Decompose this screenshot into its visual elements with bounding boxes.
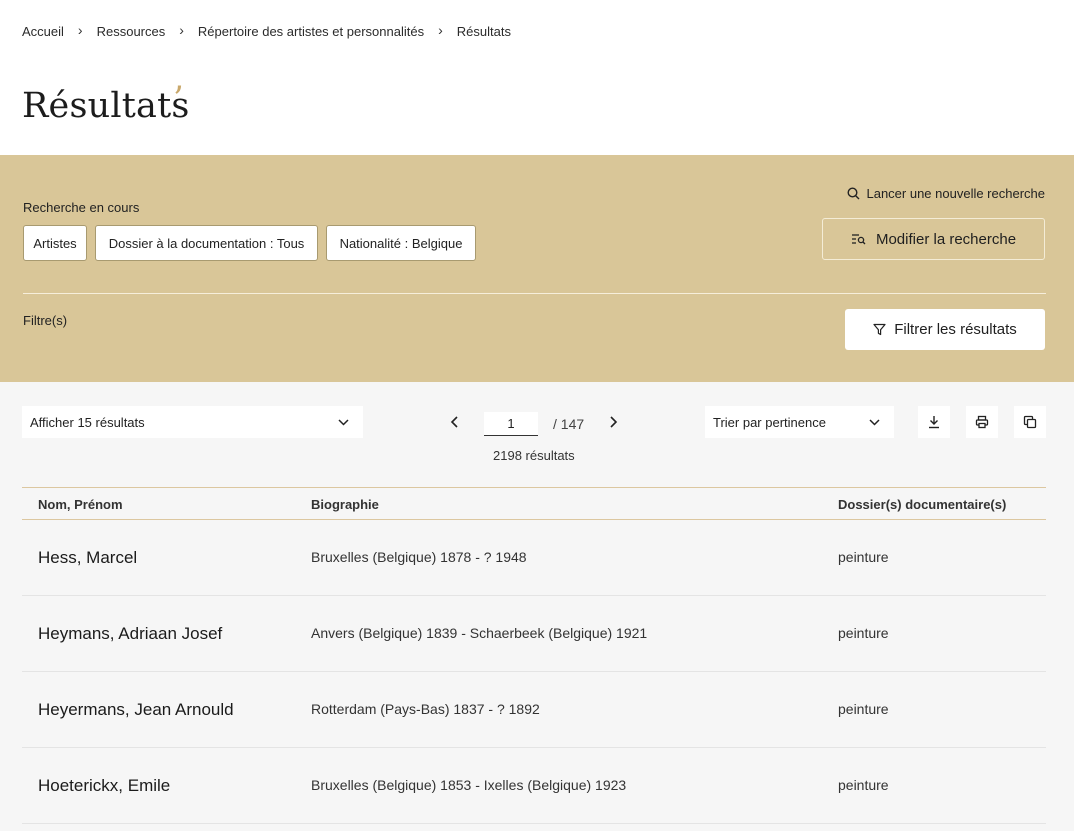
chevron-right-icon	[610, 416, 618, 428]
artist-name[interactable]: Hess, Marcel	[38, 548, 137, 568]
result-count: 2198 résultats	[493, 448, 575, 463]
results-table-header: Nom, Prénom Biographie Dossier(s) docume…	[22, 487, 1046, 520]
breadcrumb-resources[interactable]: Ressources	[97, 24, 166, 39]
funnel-icon	[873, 323, 886, 336]
chevron-right-icon: ›	[179, 22, 184, 38]
artist-documentary-file: peinture	[838, 701, 889, 717]
printer-icon	[975, 415, 989, 429]
artist-biography: Rotterdam (Pays-Bas) 1837 - ? 1892	[311, 701, 540, 717]
chip-nationality[interactable]: Nationalité : Belgique	[326, 225, 476, 261]
chevron-down-icon	[338, 418, 349, 426]
chip-artists[interactable]: Artistes	[23, 225, 87, 261]
table-row[interactable]: Heymans, Adriaan Josef Anvers (Belgique)…	[22, 596, 1046, 672]
page-number-input[interactable]	[484, 412, 538, 436]
results-section: Afficher 15 résultats / 147 2198 résulta…	[0, 382, 1074, 831]
copy-icon	[1023, 415, 1037, 429]
breadcrumb-home[interactable]: Accueil	[22, 24, 64, 39]
print-button[interactable]	[966, 406, 998, 438]
sort-select[interactable]: Trier par pertinence	[705, 406, 894, 438]
download-button[interactable]	[918, 406, 950, 438]
breadcrumb-current: Résultats	[456, 23, 511, 39]
breadcrumb: Accueil › Ressources › Répertoire des ar…	[22, 22, 511, 39]
modify-search-button[interactable]: Modifier la recherche	[822, 218, 1045, 260]
next-page-button[interactable]	[606, 415, 620, 434]
chevron-down-icon	[869, 418, 880, 426]
table-row[interactable]: Hess, Marcel Bruxelles (Belgique) 1878 -…	[22, 520, 1046, 596]
column-name: Nom, Prénom	[38, 497, 123, 512]
artist-biography: Bruxelles (Belgique) 1878 - ? 1948	[311, 549, 527, 565]
artist-documentary-file: peinture	[838, 625, 889, 641]
previous-page-button[interactable]	[448, 415, 462, 434]
new-search-label: Lancer une nouvelle recherche	[866, 186, 1045, 201]
title-apostrophe-decoration: ’	[173, 79, 184, 119]
table-row[interactable]: Hoeterickx, Emile Bruxelles (Belgique) 1…	[22, 748, 1046, 824]
page-header: Accueil › Ressources › Répertoire des ar…	[0, 0, 1074, 155]
page-title: Résultats	[22, 86, 190, 126]
search-icon	[847, 187, 860, 200]
breadcrumb-directory[interactable]: Répertoire des artistes et personnalités	[198, 24, 424, 39]
download-icon	[929, 416, 939, 429]
artist-name[interactable]: Heyermans, Jean Arnould	[38, 700, 234, 720]
search-list-icon	[851, 234, 866, 245]
current-search-label: Recherche en cours	[23, 200, 140, 215]
copy-button[interactable]	[1014, 406, 1046, 438]
table-row[interactable]: Heyermans, Jean Arnould Rotterdam (Pays-…	[22, 672, 1046, 748]
filters-label: Filtre(s)	[23, 313, 68, 328]
chevron-right-icon: ›	[77, 22, 83, 38]
per-page-select[interactable]: Afficher 15 résultats	[22, 406, 363, 438]
column-biography: Biographie	[311, 497, 379, 512]
chevron-left-icon	[450, 416, 458, 428]
new-search-link[interactable]: Lancer une nouvelle recherche	[847, 186, 1045, 201]
sort-value: Trier par pertinence	[713, 414, 826, 430]
artist-documentary-file: peinture	[838, 777, 889, 793]
column-documentary-files: Dossier(s) documentaire(s)	[838, 497, 1007, 512]
filter-results-label: Filtrer les résultats	[894, 321, 1017, 338]
chip-documentation[interactable]: Dossier à la documentation : Tous	[95, 225, 318, 261]
artist-biography: Anvers (Belgique) 1839 - Schaerbeek (Bel…	[311, 625, 648, 641]
artist-name[interactable]: Heymans, Adriaan Josef	[38, 624, 222, 644]
modify-search-label: Modifier la recherche	[875, 230, 1017, 248]
artist-name[interactable]: Hoeterickx, Emile	[38, 776, 170, 796]
chevron-right-icon: ›	[438, 22, 443, 38]
search-summary-band: Recherche en cours Artistes Dossier à la…	[0, 155, 1074, 382]
page-total: / 147	[553, 416, 585, 432]
artist-documentary-file: peinture	[838, 549, 889, 565]
artist-biography: Bruxelles (Belgique) 1853 - Ixelles (Bel…	[311, 777, 627, 793]
band-divider	[23, 293, 1046, 294]
filter-results-button[interactable]: Filtrer les résultats	[845, 309, 1045, 350]
per-page-value: Afficher 15 résultats	[30, 414, 145, 430]
